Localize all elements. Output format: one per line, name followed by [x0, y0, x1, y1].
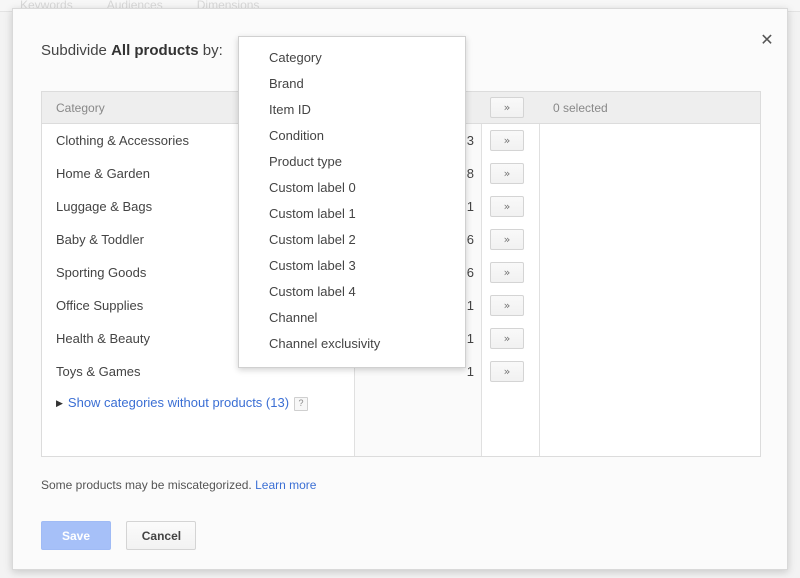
row-add-button[interactable]: » — [490, 361, 524, 382]
learn-more-link[interactable]: Learn more — [255, 478, 316, 492]
save-button[interactable]: Save — [41, 521, 111, 550]
miscategorized-note: Some products may be miscategorized. Lea… — [41, 478, 316, 492]
menu-item-item-id[interactable]: Item ID — [239, 97, 465, 123]
row-add-button[interactable]: » — [490, 130, 524, 151]
row-category-name: Home & Garden — [56, 166, 150, 181]
menu-item-category[interactable]: Category — [239, 45, 465, 71]
dialog-title-suffix: by: — [198, 42, 223, 59]
row-add-button[interactable]: » — [490, 163, 524, 184]
row-add-button[interactable]: » — [490, 328, 524, 349]
menu-item-custom-label-2[interactable]: Custom label 2 — [239, 227, 465, 253]
menu-item-brand[interactable]: Brand — [239, 71, 465, 97]
row-category-name: Toys & Games — [56, 364, 141, 379]
row-category-name: Baby & Toddler — [56, 232, 144, 247]
triangle-right-icon: ▶ — [56, 398, 63, 408]
menu-item-custom-label-3[interactable]: Custom label 3 — [239, 253, 465, 279]
dialog-title: Subdivide All products by: — [41, 42, 223, 59]
selected-count-label: 0 selected — [553, 101, 608, 115]
show-categories-without-products-link[interactable]: ▶ Show categories without products (13)? — [56, 388, 309, 418]
menu-item-custom-label-0[interactable]: Custom label 0 — [239, 175, 465, 201]
row-category-name: Sporting Goods — [56, 265, 147, 280]
row-category-name: Luggage & Bags — [56, 199, 153, 214]
close-icon[interactable]: ✕ — [756, 29, 778, 51]
dialog-title-strong: All products — [111, 42, 199, 59]
miscategorized-note-text: Some products may be miscategorized. — [41, 478, 252, 492]
subdivide-dialog: ✕ Subdivide All products by: Category » … — [12, 8, 788, 570]
cancel-button[interactable]: Cancel — [126, 521, 197, 550]
menu-item-channel-exclusivity[interactable]: Channel exclusivity — [239, 331, 465, 357]
menu-item-custom-label-4[interactable]: Custom label 4 — [239, 279, 465, 305]
add-all-button[interactable]: » — [490, 97, 524, 118]
dialog-title-prefix: Subdivide — [41, 42, 112, 59]
menu-item-channel[interactable]: Channel — [239, 305, 465, 331]
row-add-button[interactable]: » — [490, 295, 524, 316]
row-add-button[interactable]: » — [490, 262, 524, 283]
column-header-category: Category — [56, 101, 105, 115]
show-more-label: Show categories without products (13) — [67, 395, 290, 410]
subdivide-by-dropdown-menu: Category Brand Item ID Condition Product… — [238, 36, 466, 368]
dialog-actions: Save Cancel — [41, 521, 197, 550]
menu-item-condition[interactable]: Condition — [239, 123, 465, 149]
row-add-button[interactable]: » — [490, 196, 524, 217]
row-category-name: Clothing & Accessories — [56, 133, 189, 148]
menu-item-product-type[interactable]: Product type — [239, 149, 465, 175]
row-category-name: Office Supplies — [56, 298, 144, 313]
menu-item-custom-label-1[interactable]: Custom label 1 — [239, 201, 465, 227]
help-icon[interactable]: ? — [294, 397, 309, 411]
row-add-button[interactable]: » — [490, 229, 524, 250]
show-more-row: ▶ Show categories without products (13)? — [42, 388, 760, 418]
row-category-name: Health & Beauty — [56, 331, 150, 346]
